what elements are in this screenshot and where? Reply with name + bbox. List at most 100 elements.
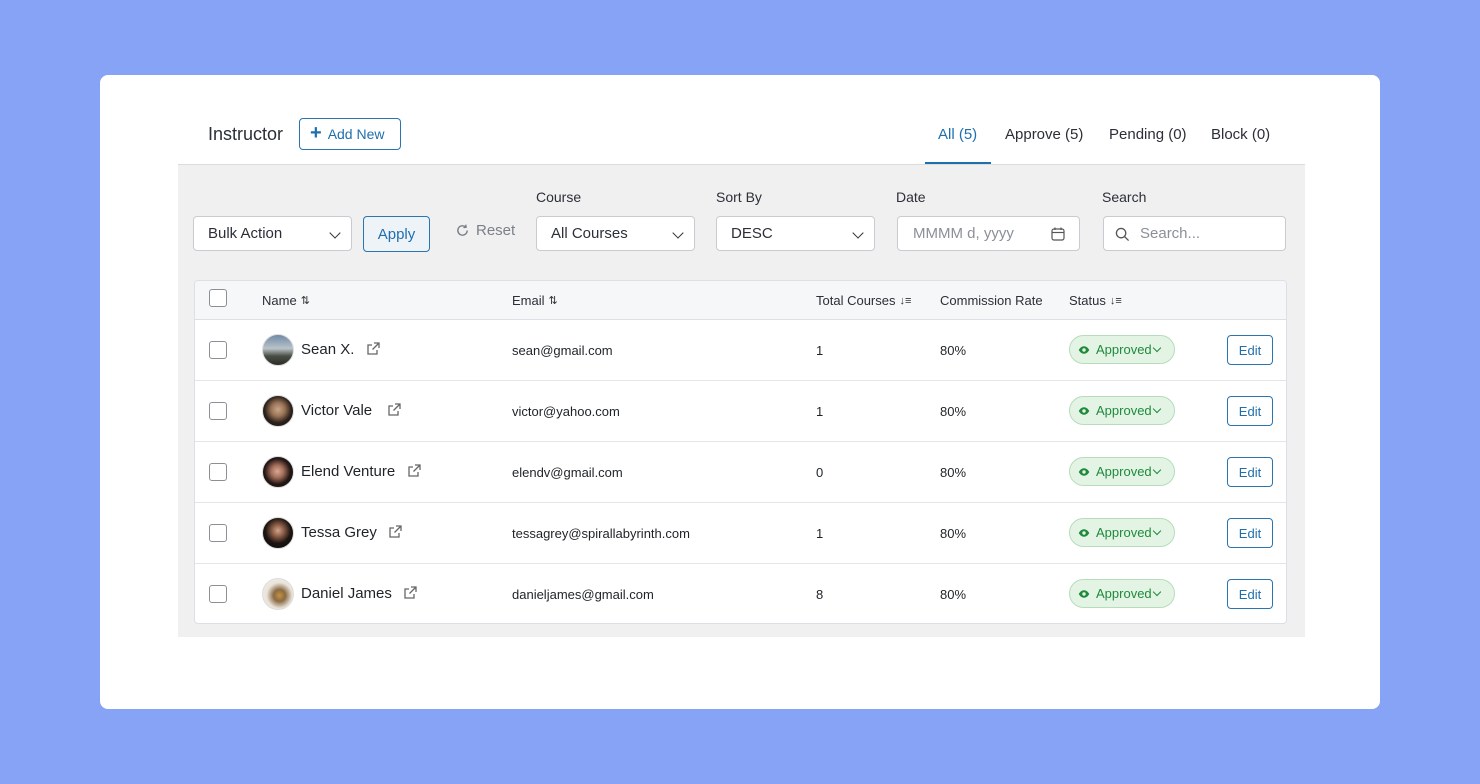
row-checkbox[interactable] — [209, 402, 227, 420]
edit-button[interactable]: Edit — [1227, 579, 1273, 609]
bulk-action-value: Bulk Action — [208, 225, 283, 242]
reset-icon — [457, 224, 468, 236]
search-icon — [1115, 227, 1130, 242]
eye-icon — [1078, 406, 1090, 415]
row-checkbox[interactable] — [209, 341, 227, 359]
add-new-button[interactable]: + Add New — [299, 118, 401, 150]
commission-rate: 80% — [940, 587, 967, 602]
sort-desc-icon: ↓≡ — [899, 294, 912, 307]
tab-approve[interactable]: Approve (5) — [1005, 126, 1083, 143]
instructor-email: danieljames@gmail.com — [512, 587, 654, 602]
plus-icon: + — [310, 122, 322, 144]
avatar[interactable] — [262, 517, 294, 549]
row-checkbox[interactable] — [209, 524, 227, 542]
course-value: All Courses — [551, 225, 628, 242]
external-link-icon[interactable] — [402, 585, 418, 601]
table-row: Victor Vale victor@yahoo.com 1 80% Appro… — [195, 381, 1286, 442]
date-input[interactable]: MMMM d, yyyy — [897, 216, 1080, 251]
total-courses: 0 — [816, 465, 824, 480]
edit-button[interactable]: Edit — [1227, 457, 1273, 487]
chevron-down-icon — [1152, 526, 1162, 536]
tab-block[interactable]: Block (0) — [1211, 126, 1270, 143]
instructor-email: tessagrey@spirallabyrinth.com — [512, 526, 690, 541]
course-select[interactable]: All Courses — [536, 216, 695, 251]
external-link-icon[interactable] — [386, 402, 402, 418]
status-label: Approved — [1096, 586, 1152, 601]
bulk-action-select[interactable]: Bulk Action — [193, 216, 352, 251]
commission-rate: 80% — [940, 343, 967, 358]
total-courses: 1 — [816, 526, 824, 541]
eye-icon — [1078, 589, 1090, 598]
commission-rate: 80% — [940, 465, 967, 480]
status-dropdown[interactable]: Approved — [1069, 396, 1175, 425]
table-header: Name ⇅ Email ⇅ Total Courses ↓≡ Commissi… — [195, 281, 1286, 320]
column-status[interactable]: Status ↓≡ — [1069, 293, 1122, 308]
avatar[interactable] — [262, 395, 294, 427]
table-row: Daniel James danieljames@gmail.com 8 80%… — [195, 564, 1286, 623]
sort-by-select[interactable]: DESC — [716, 216, 875, 251]
external-link-icon[interactable] — [387, 524, 403, 540]
sort-az-icon: ⇅ — [300, 295, 310, 307]
apply-button[interactable]: Apply — [363, 216, 430, 252]
sort-desc-icon: ↓≡ — [1109, 294, 1122, 307]
calendar-icon — [1051, 227, 1065, 241]
page-title: Instructor — [208, 124, 284, 144]
status-dropdown[interactable]: Approved — [1069, 579, 1175, 608]
commission-rate: 80% — [940, 526, 967, 541]
active-tab-indicator — [925, 162, 991, 164]
status-dropdown[interactable]: Approved — [1069, 335, 1175, 364]
table-row: Sean X. sean@gmail.com 1 80% Approved Ed… — [195, 320, 1286, 381]
date-placeholder: MMMM d, yyyy — [913, 225, 1014, 242]
table-row: Elend Venture elendv@gmail.com 0 80% App… — [195, 442, 1286, 503]
edit-button[interactable]: Edit — [1227, 335, 1273, 365]
sort-by-label: Sort By — [716, 189, 762, 205]
edit-button[interactable]: Edit — [1227, 396, 1273, 426]
reset-button[interactable]: Reset — [455, 222, 515, 239]
status-label: Approved — [1096, 342, 1152, 357]
instructor-card: Instructor + Add New All (5) Approve (5)… — [100, 75, 1380, 709]
select-all-checkbox[interactable] — [209, 289, 227, 307]
tab-pending[interactable]: Pending (0) — [1109, 126, 1187, 143]
eye-icon — [1078, 345, 1090, 354]
instructor-name[interactable]: Victor Vale — [301, 402, 372, 419]
avatar[interactable] — [262, 334, 294, 366]
status-dropdown[interactable]: Approved — [1069, 518, 1175, 547]
chevron-down-icon — [1152, 404, 1162, 414]
instructor-name[interactable]: Tessa Grey — [301, 524, 377, 541]
date-label: Date — [896, 189, 926, 205]
status-label: Approved — [1096, 403, 1152, 418]
eye-icon — [1078, 467, 1090, 476]
column-email[interactable]: Email ⇅ — [512, 293, 558, 308]
course-label: Course — [536, 189, 582, 205]
row-checkbox[interactable] — [209, 585, 227, 603]
instructor-table: Name ⇅ Email ⇅ Total Courses ↓≡ Commissi… — [194, 280, 1287, 624]
avatar[interactable] — [262, 578, 294, 610]
search-label: Search — [1102, 189, 1147, 205]
instructor-name[interactable]: Elend Venture — [301, 463, 395, 480]
tab-all[interactable]: All (5) — [938, 126, 977, 143]
column-name[interactable]: Name ⇅ — [262, 293, 310, 308]
edit-button[interactable]: Edit — [1227, 518, 1273, 548]
chevron-down-icon — [1152, 465, 1162, 475]
chevron-down-icon — [852, 227, 864, 239]
add-new-label: Add New — [327, 126, 385, 142]
chevron-down-icon — [1152, 343, 1162, 353]
page-header: Instructor + Add New All (5) Approve (5)… — [178, 75, 1305, 165]
eye-icon — [1078, 528, 1090, 537]
external-link-icon[interactable] — [365, 341, 381, 357]
search-input[interactable]: Search... — [1103, 216, 1286, 251]
instructor-email: elendv@gmail.com — [512, 465, 623, 480]
status-label: Approved — [1096, 464, 1152, 479]
instructor-name[interactable]: Sean X. — [301, 341, 354, 358]
row-checkbox[interactable] — [209, 463, 227, 481]
instructor-email: victor@yahoo.com — [512, 404, 620, 419]
search-placeholder: Search... — [1140, 225, 1201, 242]
avatar[interactable] — [262, 456, 294, 488]
total-courses: 8 — [816, 587, 824, 602]
external-link-icon[interactable] — [406, 463, 422, 479]
instructor-name[interactable]: Daniel James — [301, 585, 392, 602]
commission-rate: 80% — [940, 404, 967, 419]
column-total-courses[interactable]: Total Courses ↓≡ — [816, 293, 911, 308]
status-dropdown[interactable]: Approved — [1069, 457, 1175, 486]
filter-panel: Bulk Action Apply Reset Course All Cours… — [178, 165, 1305, 637]
